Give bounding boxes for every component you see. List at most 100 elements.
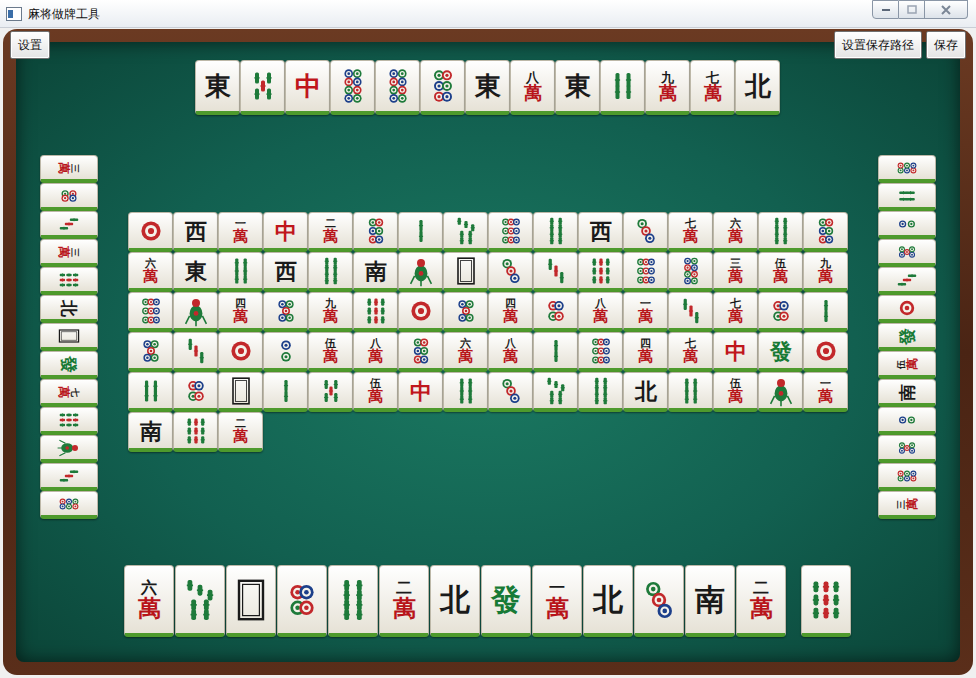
mahjong-tile[interactable]	[878, 435, 936, 463]
mahjong-tile[interactable]	[40, 211, 98, 239]
mahjong-tile[interactable]: 二萬	[736, 565, 786, 637]
mahjong-tile[interactable]	[878, 155, 936, 183]
mahjong-tile[interactable]	[40, 183, 98, 211]
mahjong-tile[interactable]	[878, 407, 936, 435]
mahjong-tile[interactable]: 九萬	[803, 252, 848, 292]
mahjong-tile[interactable]: 二萬	[379, 565, 429, 637]
mahjong-tile[interactable]: 南	[353, 252, 398, 292]
mahjong-tile[interactable]	[240, 60, 285, 115]
mahjong-tile[interactable]: 八萬	[353, 332, 398, 372]
maximize-button[interactable]	[899, 0, 925, 19]
mahjong-tile[interactable]	[533, 332, 578, 372]
mahjong-tile[interactable]: 西	[578, 212, 623, 252]
mahjong-tile[interactable]	[533, 372, 578, 412]
mahjong-tile[interactable]	[353, 212, 398, 252]
mahjong-tile[interactable]: 中	[713, 332, 758, 372]
mahjong-tile[interactable]	[758, 292, 803, 332]
mahjong-tile[interactable]	[488, 212, 533, 252]
mahjong-tile[interactable]: 南	[878, 379, 936, 407]
mahjong-tile[interactable]	[623, 252, 668, 292]
close-button[interactable]	[925, 0, 968, 19]
mahjong-tile[interactable]	[443, 252, 488, 292]
mahjong-tile[interactable]: 中	[263, 212, 308, 252]
mahjong-tile[interactable]: 四萬	[488, 292, 533, 332]
mahjong-tile[interactable]	[128, 212, 173, 252]
mahjong-tile[interactable]	[578, 252, 623, 292]
mahjong-tile[interactable]	[40, 323, 98, 351]
mahjong-tile[interactable]	[878, 267, 936, 295]
mahjong-tile[interactable]	[277, 565, 327, 637]
mahjong-tile[interactable]	[308, 252, 353, 292]
settings-button[interactable]: 设置	[10, 31, 50, 59]
mahjong-tile[interactable]	[878, 211, 936, 239]
mahjong-tile[interactable]: 發	[40, 351, 98, 379]
mahjong-tile[interactable]	[330, 60, 375, 115]
mahjong-tile[interactable]	[488, 252, 533, 292]
mahjong-tile[interactable]: 六萬	[443, 332, 488, 372]
mahjong-tile[interactable]: 九萬	[308, 292, 353, 332]
mahjong-tile[interactable]	[758, 212, 803, 252]
mahjong-tile[interactable]	[40, 491, 98, 519]
mahjong-tile[interactable]: 三萬	[40, 155, 98, 183]
minimize-button[interactable]	[872, 0, 899, 19]
mahjong-tile[interactable]: 四萬	[218, 292, 263, 332]
mahjong-tile[interactable]	[218, 332, 263, 372]
mahjong-tile[interactable]	[398, 212, 443, 252]
mahjong-tile[interactable]: 六萬	[124, 565, 174, 637]
mahjong-tile[interactable]: 七萬	[40, 379, 98, 407]
mahjong-tile[interactable]	[40, 407, 98, 435]
mahjong-tile[interactable]	[668, 252, 713, 292]
mahjong-tile[interactable]	[173, 332, 218, 372]
mahjong-tile[interactable]: 七萬	[668, 212, 713, 252]
mahjong-tile[interactable]: 中	[398, 372, 443, 412]
mahjong-tile[interactable]: 一萬	[532, 565, 582, 637]
mahjong-tile[interactable]: 東	[555, 60, 600, 115]
mahjong-tile[interactable]: 伍萬	[758, 252, 803, 292]
mahjong-tile[interactable]: 二萬	[308, 212, 353, 252]
mahjong-tile[interactable]	[263, 332, 308, 372]
mahjong-tile[interactable]: 東	[195, 60, 240, 115]
mahjong-tile[interactable]: 北	[583, 565, 633, 637]
mahjong-tile[interactable]	[128, 292, 173, 332]
mahjong-tile[interactable]: 三萬	[40, 239, 98, 267]
mahjong-tile[interactable]: 西	[263, 252, 308, 292]
mahjong-tile[interactable]	[600, 60, 645, 115]
mahjong-tile[interactable]	[308, 372, 353, 412]
toolbar-button[interactable]: 设置保存路径	[834, 31, 922, 59]
mahjong-tile[interactable]	[443, 292, 488, 332]
mahjong-tile[interactable]	[128, 372, 173, 412]
mahjong-tile[interactable]: 一萬	[803, 372, 848, 412]
mahjong-tile[interactable]: 東	[465, 60, 510, 115]
mahjong-tile[interactable]	[668, 292, 713, 332]
mahjong-tile[interactable]: 八萬	[578, 292, 623, 332]
mahjong-tile[interactable]	[398, 292, 443, 332]
mahjong-tile[interactable]	[353, 292, 398, 332]
mahjong-tile[interactable]	[40, 435, 98, 463]
mahjong-tile[interactable]	[801, 565, 851, 637]
mahjong-tile[interactable]	[803, 292, 848, 332]
mahjong-tile[interactable]	[218, 252, 263, 292]
mahjong-tile[interactable]: 伍萬	[713, 372, 758, 412]
mahjong-tile[interactable]: 九萬	[645, 60, 690, 115]
mahjong-tile[interactable]	[878, 463, 936, 491]
mahjong-tile[interactable]: 一萬	[623, 292, 668, 332]
mahjong-tile[interactable]: 發	[878, 323, 936, 351]
mahjong-tile[interactable]	[420, 60, 465, 115]
mahjong-tile[interactable]: 北	[430, 565, 480, 637]
mahjong-tile[interactable]: 北	[735, 60, 780, 115]
mahjong-tile[interactable]	[263, 292, 308, 332]
mahjong-tile[interactable]: 四萬	[623, 332, 668, 372]
mahjong-tile[interactable]	[634, 565, 684, 637]
mahjong-tile[interactable]	[623, 212, 668, 252]
mahjong-tile[interactable]	[40, 267, 98, 295]
mahjong-tile[interactable]: 北	[623, 372, 668, 412]
mahjong-tile[interactable]: 北	[40, 295, 98, 323]
mahjong-tile[interactable]: 南	[685, 565, 735, 637]
mahjong-tile[interactable]	[758, 372, 803, 412]
mahjong-tile[interactable]	[226, 565, 276, 637]
mahjong-tile[interactable]: 南	[128, 412, 173, 452]
mahjong-tile[interactable]: 八萬	[488, 332, 533, 372]
mahjong-tile[interactable]: 六萬	[128, 252, 173, 292]
mahjong-tile[interactable]	[443, 212, 488, 252]
toolbar-button[interactable]: 保存	[926, 31, 966, 59]
